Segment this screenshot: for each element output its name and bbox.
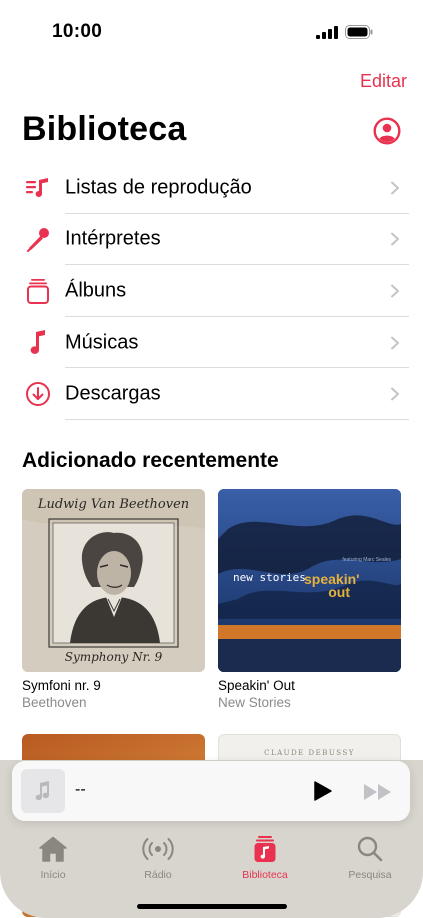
library-list: Listas de reprodução Intérpretes Álbuns: [0, 162, 423, 420]
tab-search[interactable]: Pesquisa: [330, 834, 410, 881]
status-bar: 10:00: [0, 0, 423, 60]
cellular-signal-icon: [316, 25, 338, 39]
house-icon: [13, 834, 93, 864]
home-indicator: [137, 904, 287, 909]
playlist-icon: [25, 175, 51, 201]
radio-waves-icon: [118, 834, 198, 864]
chevron-right-icon: [391, 181, 399, 195]
forward-button[interactable]: [362, 781, 394, 803]
library-item-songs[interactable]: Músicas: [0, 317, 423, 369]
music-note-icon: [25, 329, 51, 356]
tab-library[interactable]: Biblioteca: [225, 834, 305, 881]
library-item-albums[interactable]: Álbuns: [0, 265, 423, 317]
library-item-artists[interactable]: Intérpretes: [0, 214, 423, 266]
album-artist: New Stories: [218, 695, 291, 710]
tab-label: Biblioteca: [242, 869, 288, 881]
divider: [65, 418, 409, 420]
library-item-label: Listas de reprodução: [65, 176, 252, 199]
album-card[interactable]: featuring Marc Seales new stories speaki…: [218, 489, 401, 710]
cover-text-title: speakin' out: [304, 571, 360, 600]
album-artist: Beethoven: [22, 695, 87, 710]
album-title: Speakin' Out: [218, 678, 295, 693]
play-icon: [314, 781, 332, 801]
chevron-right-icon: [391, 284, 399, 298]
forward-icon: [364, 784, 391, 800]
tab-label: Início: [40, 869, 66, 881]
library-icon: [225, 834, 305, 864]
library-item-downloads[interactable]: Descargas: [0, 368, 423, 420]
library-item-label: Álbuns: [65, 279, 127, 302]
cover-text-top: Ludwig Van Beethoven: [37, 497, 190, 512]
album-cover: Ludwig Van Beethoven Symphony Nr. 9: [22, 489, 205, 672]
status-time: 10:00: [52, 21, 103, 42]
library-item-label: Intérpretes: [65, 227, 161, 250]
person-circle-icon: [373, 117, 401, 145]
tab-label: Rádio: [144, 869, 172, 881]
library-item-label: Descargas: [65, 382, 161, 405]
cover-text-small: featuring Marc Seales: [342, 557, 391, 563]
edit-button[interactable]: Editar: [360, 71, 407, 92]
chevron-right-icon: [391, 387, 399, 401]
download-circle-icon: [25, 381, 51, 407]
tab-label: Pesquisa: [348, 869, 392, 881]
battery-icon: [345, 25, 373, 39]
microphone-icon: [25, 226, 51, 253]
section-title-recently-added: Adicionado recentemente: [22, 449, 279, 472]
cover-text-bottom: Symphony Nr. 9: [64, 650, 163, 664]
album-title: Symfoni nr. 9: [22, 678, 101, 693]
library-item-label: Músicas: [65, 331, 139, 354]
album-stack-icon: [25, 278, 51, 304]
music-note-icon: [35, 781, 49, 801]
account-button[interactable]: [373, 117, 401, 145]
mini-player-artwork: [21, 769, 65, 813]
tab-home[interactable]: Início: [13, 834, 93, 881]
album-cover: featuring Marc Seales new stories speaki…: [218, 489, 401, 672]
page-title: Biblioteca: [22, 110, 187, 148]
mini-player[interactable]: --: [12, 761, 410, 821]
album-card[interactable]: Ludwig Van Beethoven Symphony Nr. 9 Symf…: [22, 489, 205, 710]
mini-player-title: --: [75, 781, 86, 798]
tab-radio[interactable]: Rádio: [118, 834, 198, 881]
search-icon: [330, 834, 410, 864]
chevron-right-icon: [391, 232, 399, 246]
status-icons: [316, 25, 373, 39]
play-button[interactable]: [310, 779, 334, 803]
library-item-playlists[interactable]: Listas de reprodução: [0, 162, 423, 214]
cover-text-top: CLAUDE DEBUSSY: [264, 749, 355, 757]
chevron-right-icon: [391, 336, 399, 350]
cover-text-band: new stories: [233, 571, 306, 584]
